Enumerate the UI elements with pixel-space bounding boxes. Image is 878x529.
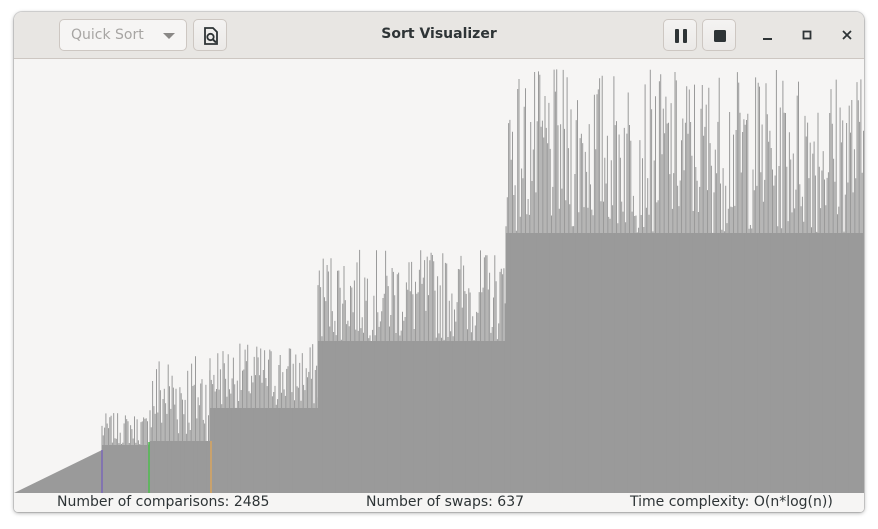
stop-icon bbox=[714, 30, 726, 42]
sorted-bars bbox=[14, 450, 102, 493]
stop-button[interactable] bbox=[702, 19, 736, 51]
pause-button[interactable] bbox=[663, 19, 697, 51]
status-bar: Number of comparisons: 2485 Number of sw… bbox=[14, 493, 864, 512]
minimize-button[interactable] bbox=[755, 23, 779, 47]
minimize-icon bbox=[763, 38, 772, 40]
sort-visualization-canvas bbox=[14, 59, 864, 493]
pause-icon bbox=[675, 29, 687, 43]
time-complexity: Time complexity: O(n*log(n)) bbox=[630, 494, 833, 510]
maximize-button[interactable] bbox=[795, 23, 819, 47]
bars-group bbox=[14, 69, 864, 493]
swaps-count: Number of swaps: 637 bbox=[366, 494, 525, 510]
comparisons-count: Number of comparisons: 2485 bbox=[57, 494, 270, 510]
close-button[interactable] bbox=[835, 23, 859, 47]
maximize-icon bbox=[802, 30, 812, 40]
bars-plot bbox=[14, 69, 864, 493]
app-window: Quick Sort Sort Visualizer Number of com… bbox=[14, 12, 864, 512]
close-icon bbox=[842, 30, 852, 40]
header-bar: Quick Sort Sort Visualizer bbox=[14, 12, 864, 59]
